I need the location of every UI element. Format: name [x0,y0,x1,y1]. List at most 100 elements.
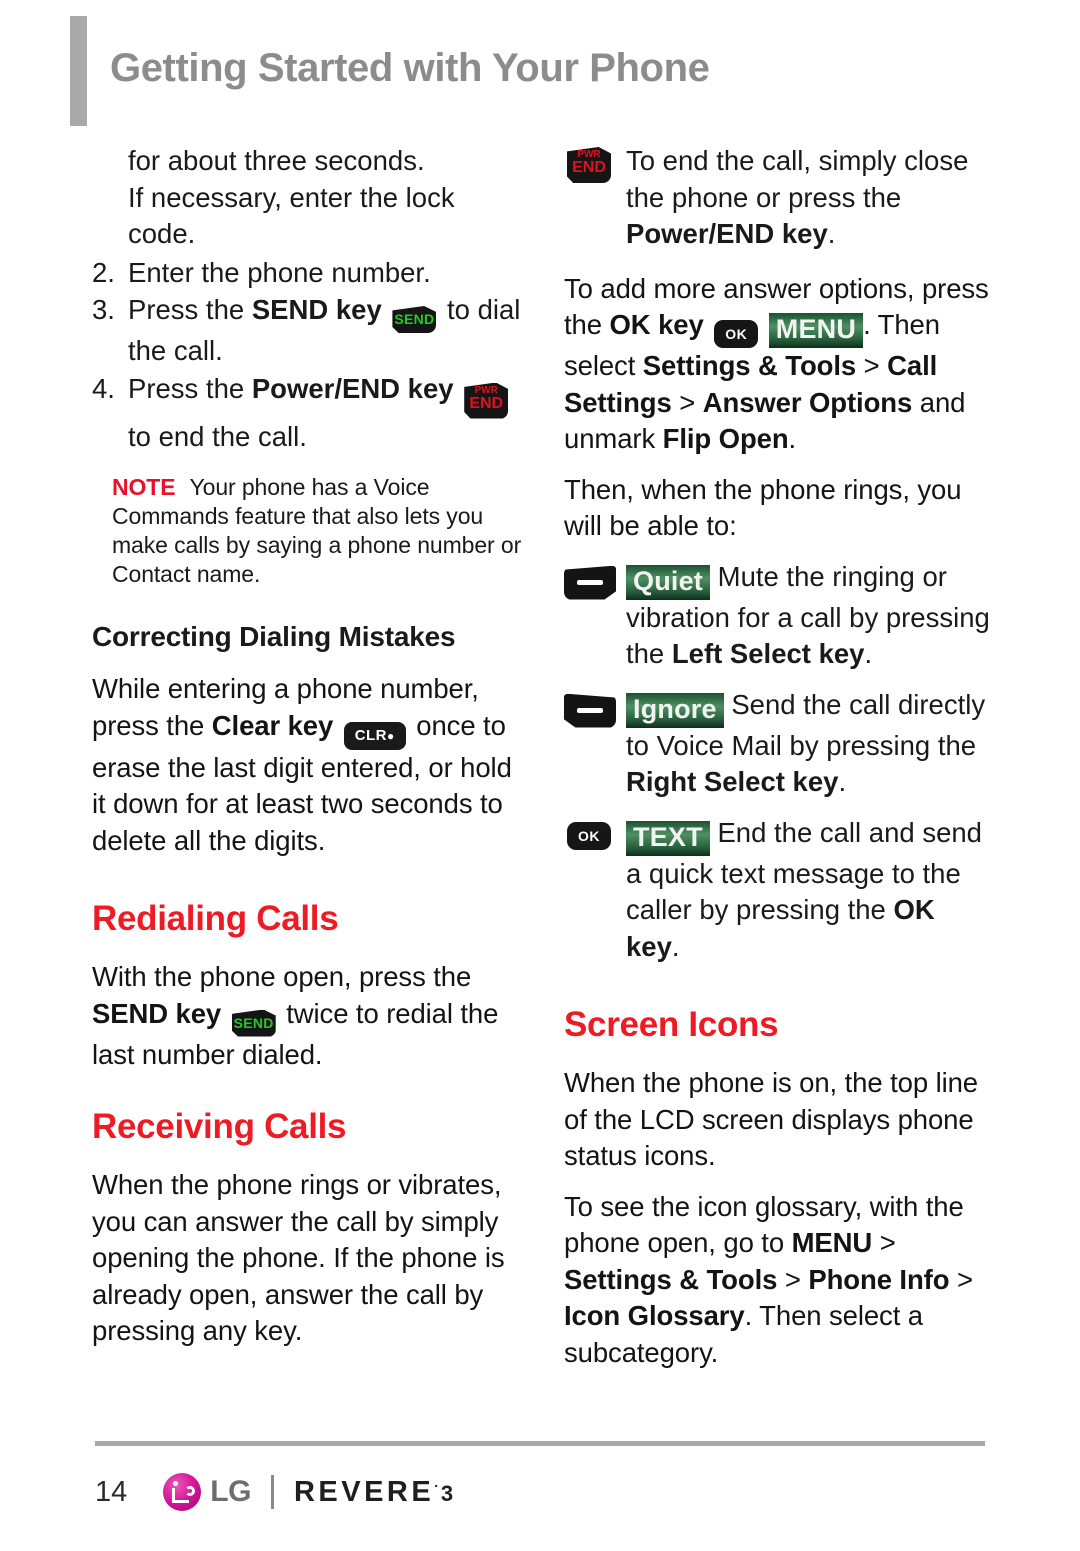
answer-options-bold-3: Answer Options [702,386,913,418]
glossary-bold-3: Icon Glossary [564,1300,745,1331]
option-quiet-bold: Left Select key [671,638,865,669]
footer-divider [95,1441,985,1446]
redialing-calls-heading: Redialing Calls [92,899,339,938]
step-2-text: Enter the phone number. [128,256,431,288]
product-name-text: REVERE [293,1475,435,1508]
continued-line-1: for about three seconds. [128,145,425,176]
end-call-text: To end the call, simply close the phone … [626,143,994,253]
glossary-pre: To see the icon glossary, with the phone… [564,1190,964,1259]
product-name: REVERE·3 [294,1476,453,1509]
text-badge: TEXT [626,820,710,856]
clr-label: CLR [354,726,388,744]
receiving-calls-body: When the phone rings or vibrates, you ca… [92,1169,505,1346]
redialing-calls-body: With the phone open, press the SEND key … [92,959,522,1073]
option-text-row: OK TEXT End the call and send a quick te… [564,815,994,966]
glossary-menu-bold: MENU [791,1227,873,1258]
right-select-key-icon [564,693,616,728]
end-call-pre: To end the call, simply close the phone … [626,145,969,213]
screen-icons-body: When the phone is on, the top line of th… [564,1067,978,1171]
page-number: 14 [95,1475,128,1508]
glossary-sep-2: > [777,1263,809,1295]
answer-options-sep-2: > [671,386,703,418]
lg-logo-icon [163,1473,202,1511]
power-end-key-icon: PWR END [464,382,509,419]
step-2-number: 2. [92,256,115,288]
answer-options-sep-1: > [856,350,888,381]
option-ignore-post: . [838,766,847,797]
lg-logo-eye [173,1481,179,1486]
note-block: NOTE Your phone has a Voice Commands feat… [112,473,522,589]
clear-key-icon: CLR● [343,721,406,750]
continued-line-2: If necessary, enter the lock [128,181,455,213]
answer-options-bold-1: Settings & Tools [642,350,857,381]
correcting-dialing-mistakes-body: While entering a phone number, press the… [92,671,522,859]
answer-options-body: To add more answer options, press the OK… [564,271,994,458]
ignore-badge: Ignore [626,692,724,728]
glossary-bold-1: Settings & Tools [564,1263,778,1295]
answer-options-end: . [788,423,797,454]
product-version: 3 [440,1480,454,1506]
step-4-text: Press the Power/END key PWR END to end t… [128,371,522,456]
step-4-bold: Power/END key [251,372,454,404]
end-label: END [572,159,606,176]
ok-key-icon: OK [567,821,611,850]
step-3: 3. Press the SEND key SEND to dial the c… [92,292,522,370]
page-title: Getting Started with Your Phone [110,46,710,90]
clear-key-glyph: ● [387,728,395,743]
step-4: 4. Press the Power/END key PWR END to en… [92,371,522,456]
page-header: Getting Started with Your Phone [0,0,1080,130]
page-footer: 14 LG REVERE·3 [0,1441,1080,1551]
continued-line-3: code. [128,218,196,249]
icon-glossary-body: To see the icon glossary, with the phone… [564,1189,994,1372]
screen-icons-heading: Screen Icons [564,1005,779,1044]
step-4-number: 4. [92,372,115,404]
step-2: 2. Enter the phone number. [92,255,522,292]
glossary-sep-1: > [872,1227,896,1258]
redialing-pre: With the phone open, press the [92,961,472,992]
left-select-key-icon [564,565,616,600]
quiet-badge: Quiet [626,564,711,600]
correcting-dialing-mistakes-heading: Correcting Dialing Mistakes [92,621,456,652]
step-3-bold: SEND key [251,294,382,325]
lg-wordmark: LG [210,1475,251,1508]
option-text-text: TEXT End the call and send a quick text … [626,815,994,966]
send-key-icon: SEND [231,1009,276,1037]
option-quiet-post: . [864,638,873,669]
option-ignore-row: Ignore Send the call directly to Voice M… [564,687,994,801]
option-text-post: . [671,930,680,962]
glossary-bold-2: Phone Info [808,1263,950,1295]
pwr-label: PWR [474,384,498,396]
answer-options-ok-bold: OK key [609,309,704,340]
step-3-number: 3. [92,294,115,325]
right-column: PWR END To end the call, simply close th… [564,143,994,1385]
step-4-post: to end the call. [128,420,307,452]
receiving-calls-heading: Receiving Calls [92,1107,347,1146]
correcting-bold: Clear key [211,709,334,741]
menu-badge: MENU [768,313,864,348]
glossary-sep-3: > [949,1263,973,1295]
header-accent-bar [70,16,87,126]
step-3-text: Press the SEND key SEND to dial the call… [128,292,522,370]
footer-logo-divider [270,1475,274,1509]
end-label: END [469,394,504,412]
lg-logo-g-shape [185,1486,196,1496]
option-quiet-row: Quiet Mute the ringing or vibration for … [564,559,994,673]
continued-step-text: for about three seconds. If necessary, e… [128,143,522,253]
step-4-pre: Press the [128,372,252,404]
option-ignore-bold: Right Select key [626,766,839,797]
send-key-icon: SEND [392,306,437,333]
right-select-key-bar [577,707,603,713]
end-call-row: PWR END To end the call, simply close th… [564,143,994,253]
end-call-bold: Power/END key [626,218,828,249]
end-call-post: . [827,218,836,249]
then-when-rings-text: Then, when the phone rings, you will be … [564,473,962,542]
note-label: NOTE [112,474,176,500]
step-3-pre: Press the [128,294,252,325]
option-quiet-text: Quiet Mute the ringing or vibration for … [626,559,994,673]
power-end-key-icon: PWR END [567,147,611,183]
product-trademark: · [434,1476,439,1493]
left-select-key-bar [577,579,603,585]
ok-key-icon: OK [714,320,759,348]
redialing-bold: SEND key [92,997,222,1029]
answer-options-bold-4: Flip Open [662,423,789,454]
